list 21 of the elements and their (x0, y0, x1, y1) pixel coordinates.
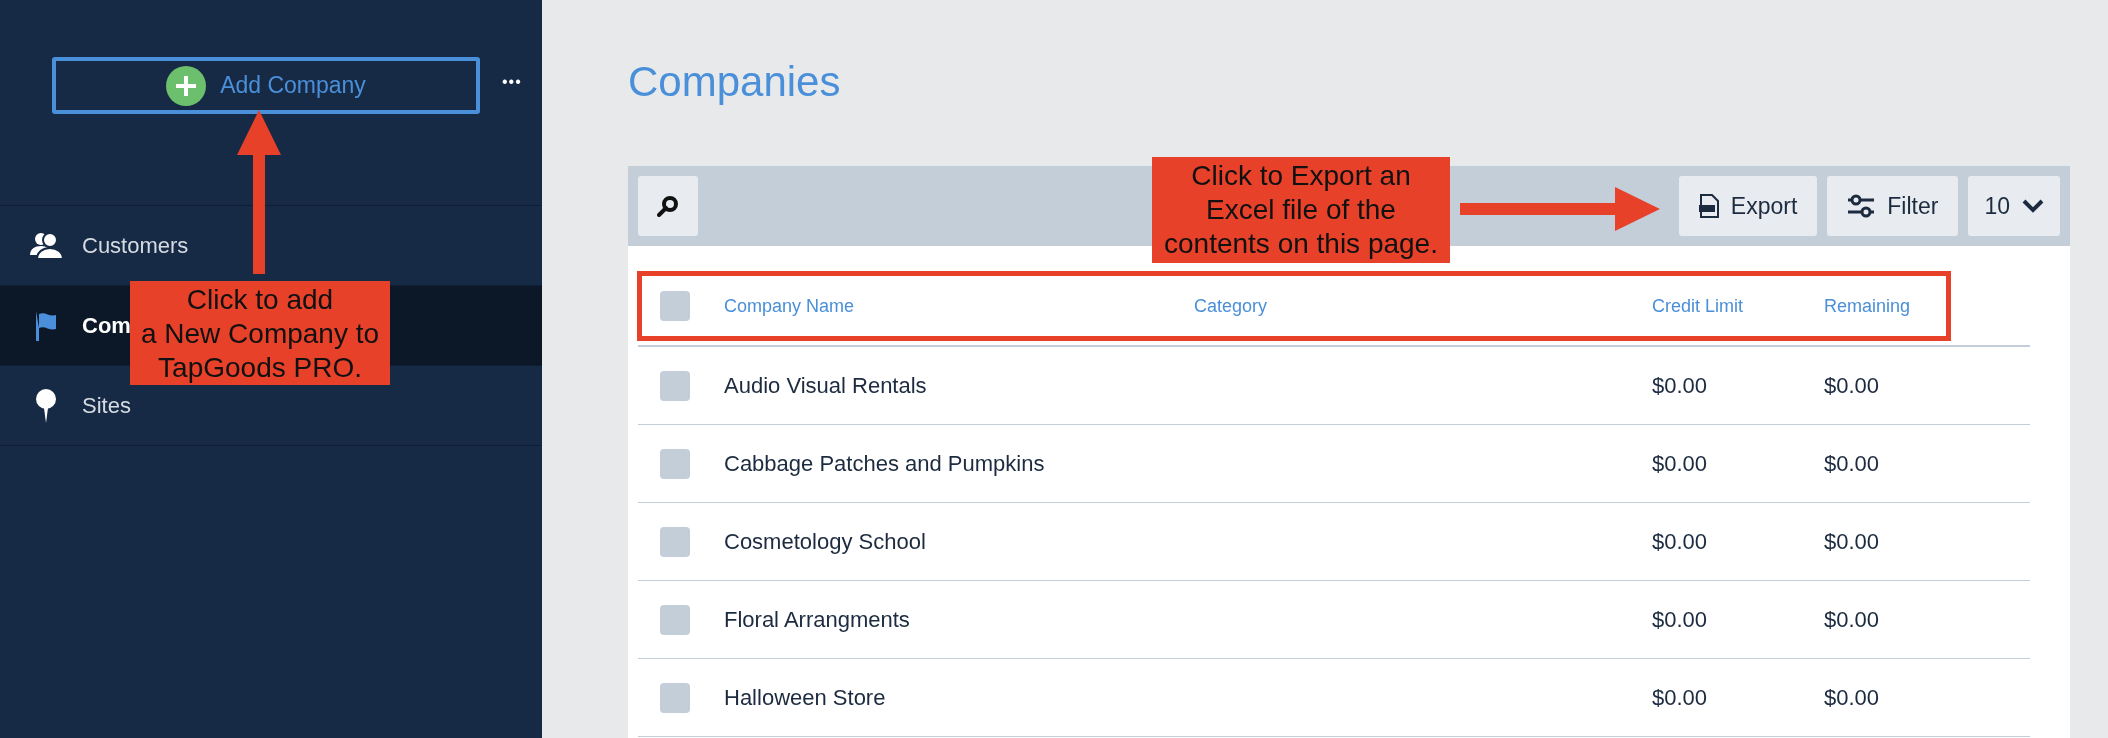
table-cell-text: $0.00 (1652, 450, 1709, 477)
nav-label: Customers (82, 232, 189, 259)
table-cell-text: $0.00 (1824, 528, 1881, 555)
table-cell-text: $0.00 (1652, 684, 1709, 711)
table-cell-text: $0.00 (1824, 450, 1881, 477)
table-cell-text: Halloween Store (724, 684, 887, 711)
nav-label: Com (82, 312, 131, 339)
table-cell-text: $0.00 (1652, 372, 1709, 399)
annotation-tooltip: Click to Export an Excel file of the contents on this page. (1152, 157, 1450, 263)
annotation-tooltip: Click to add a New Company to TapGoods PRO. (130, 281, 390, 385)
table-cell-text: Floral Arrangments (724, 606, 911, 633)
table-cell-text: $0.00 (1824, 684, 1881, 711)
nav-label: Sites (82, 392, 131, 419)
table-cell-text: $0.00 (1652, 606, 1709, 633)
page-title: Companies (628, 58, 842, 107)
table-cell-text: $0.00 (1824, 372, 1881, 399)
table-cell-text: $0.00 (1824, 606, 1881, 633)
table-cell-text: Cabbage Patches and Pumpkins (724, 450, 1046, 477)
table-cell-text: Cosmetology School (724, 528, 927, 555)
table-cell-text: Audio Visual Rentals (724, 372, 928, 399)
table-cell-text: $0.00 (1652, 528, 1709, 555)
